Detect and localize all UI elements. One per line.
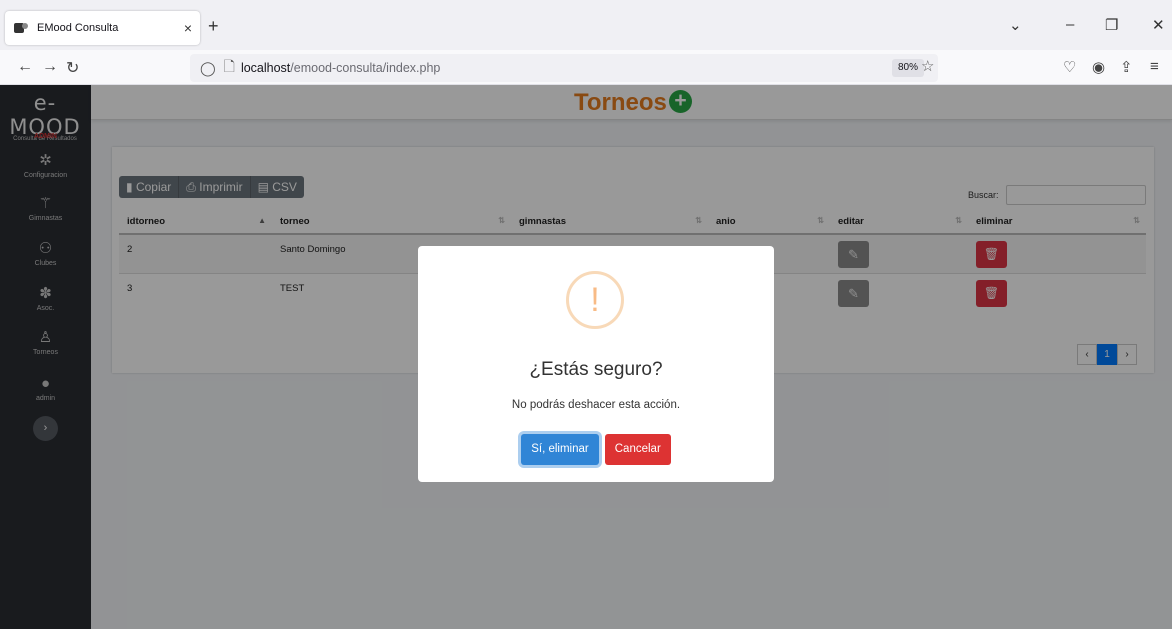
- tab-close-icon[interactable]: ×: [184, 20, 192, 36]
- zoom-level-badge[interactable]: 80%: [892, 59, 925, 77]
- tab-list-chevron-icon[interactable]: ⌄: [1009, 16, 1022, 34]
- new-tab-button[interactable]: +: [208, 16, 219, 37]
- url-bar[interactable]: ◯ 🗋 localhost /emood-consulta/index.php …: [190, 54, 938, 82]
- browser-nav-bar: ← → ↻ ◯ 🗋 localhost /emood-consulta/inde…: [0, 50, 1172, 85]
- url-path: /emood-consulta/index.php: [290, 61, 441, 75]
- shield-icon[interactable]: ◯: [200, 60, 216, 77]
- url-host: localhost: [240, 61, 291, 75]
- menu-hamburger-icon[interactable]: ≡: [1150, 58, 1159, 75]
- pocket-icon[interactable]: ♡: [1063, 58, 1076, 76]
- warning-icon: !: [566, 271, 624, 329]
- close-window-icon[interactable]: ✕: [1152, 16, 1165, 34]
- reload-icon[interactable]: ↻: [66, 58, 79, 78]
- restore-icon[interactable]: ❐: [1105, 16, 1118, 34]
- back-arrow-icon[interactable]: ←: [17, 58, 33, 76]
- cancel-button[interactable]: Cancelar: [604, 434, 671, 465]
- account-icon[interactable]: ◉: [1092, 58, 1105, 76]
- confirm-delete-button[interactable]: Sí, eliminar: [521, 434, 599, 465]
- forward-arrow-icon[interactable]: →: [42, 58, 58, 76]
- browser-tab[interactable]: EMood Consulta ×: [5, 11, 200, 45]
- dialog-title: ¿Estás seguro?: [529, 359, 663, 380]
- dialog-actions: Sí, eliminar Cancelar: [418, 434, 774, 465]
- extensions-icon[interactable]: ⇪: [1120, 58, 1133, 76]
- minimize-icon[interactable]: –: [1066, 16, 1074, 33]
- browser-tab-bar: EMood Consulta × + ⌄ – ❐ ✕: [0, 0, 1172, 50]
- tab-title: EMood Consulta: [37, 22, 119, 34]
- confirm-dialog: ! ¿Estás seguro? No podrás deshacer esta…: [418, 246, 774, 482]
- site-favicon-icon: [14, 23, 28, 33]
- dialog-message: No podrás deshacer esta acción.: [511, 399, 681, 411]
- bookmark-star-icon[interactable]: ☆: [921, 57, 934, 75]
- page-icon: 🗋: [223, 58, 235, 74]
